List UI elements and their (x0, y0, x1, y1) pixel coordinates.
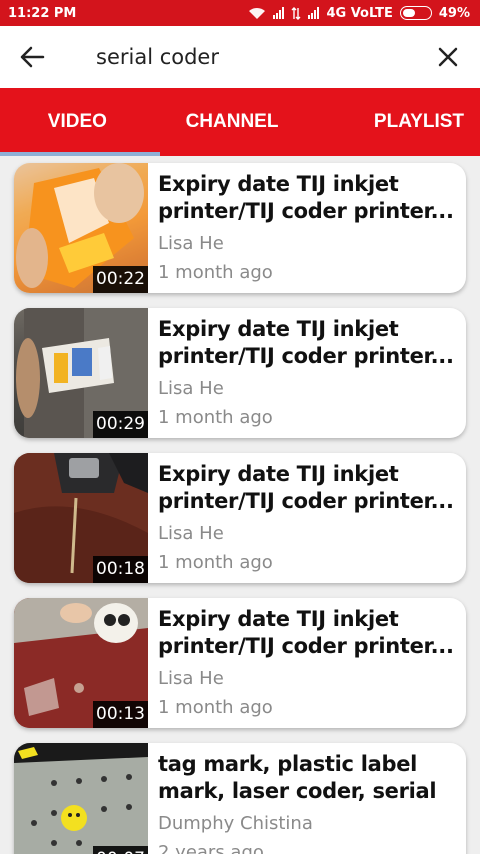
video-title[interactable]: Expiry date TIJ inkjet printer/TIJ coder… (158, 171, 458, 225)
search-header (0, 26, 480, 88)
video-title[interactable]: Expiry date TIJ inkjet printer/TIJ coder… (158, 316, 458, 370)
video-duration: 00:13 (93, 701, 148, 728)
tab-channel[interactable]: CHANNEL (155, 88, 310, 156)
status-icons: 4G VoLTE 49% (248, 6, 470, 21)
video-info: Expiry date TIJ inkjet printer/TIJ coder… (148, 308, 466, 438)
video-info: Expiry date TIJ inkjet printer/TIJ coder… (148, 163, 466, 293)
results-list[interactable]: 00:22 Expiry date TIJ inkjet printer/TIJ… (0, 156, 480, 854)
video-author: Lisa He (158, 668, 224, 689)
list-item[interactable]: 00:18 Expiry date TIJ inkjet printer/TIJ… (14, 453, 466, 583)
list-item[interactable]: 00:13 Expiry date TIJ inkjet printer/TIJ… (14, 598, 466, 728)
list-item[interactable]: 00:22 Expiry date TIJ inkjet printer/TIJ… (14, 163, 466, 293)
close-icon (438, 47, 458, 67)
video-age: 1 month ago (158, 407, 273, 428)
video-duration: 00:22 (93, 266, 148, 293)
video-info: Expiry date TIJ inkjet printer/TIJ coder… (148, 598, 466, 728)
battery-level: 49% (438, 5, 470, 21)
wifi-icon (249, 7, 266, 19)
tab-video[interactable]: VIDEO (0, 88, 155, 156)
signal-icon-2 (308, 7, 320, 19)
list-item[interactable]: 00:07 tag mark, plastic label mark, lase… (14, 743, 466, 854)
video-author: Lisa He (158, 378, 224, 399)
network-type: 4G VoLTE (326, 5, 393, 21)
video-age: 1 month ago (158, 262, 273, 283)
video-author: Lisa He (158, 233, 224, 254)
list-item[interactable]: 00:29 Expiry date TIJ inkjet printer/TIJ… (14, 308, 466, 438)
video-info: tag mark, plastic label mark, laser code… (148, 743, 466, 854)
arrow-left-icon (20, 46, 45, 68)
video-age: 1 month ago (158, 552, 273, 573)
video-age: 1 month ago (158, 697, 273, 718)
status-bar: 11:22 PM 4G VoLTE 49% (0, 0, 480, 26)
video-thumbnail[interactable]: 00:29 (14, 308, 148, 438)
video-info: Expiry date TIJ inkjet printer/TIJ coder… (148, 453, 466, 583)
battery-icon (399, 6, 432, 20)
video-title[interactable]: Expiry date TIJ inkjet printer/TIJ coder… (158, 606, 458, 660)
status-time: 11:22 PM (8, 5, 77, 21)
video-duration: 00:07 (93, 846, 148, 854)
signal-icon (273, 7, 285, 19)
video-age: 2 years ago (158, 842, 264, 854)
back-button[interactable] (0, 26, 64, 88)
tab-playlist[interactable]: PLAYLIST (309, 88, 480, 156)
video-title[interactable]: Expiry date TIJ inkjet printer/TIJ coder… (158, 461, 458, 515)
video-author: Lisa He (158, 523, 224, 544)
video-duration: 00:18 (93, 556, 148, 583)
tab-bar: VIDEO CHANNEL PLAYLIST (0, 88, 480, 156)
video-author: Dumphy Chistina (158, 813, 313, 834)
data-arrows-icon (291, 6, 301, 20)
video-thumbnail[interactable]: 00:22 (14, 163, 148, 293)
clear-search-button[interactable] (416, 26, 480, 88)
video-thumbnail[interactable]: 00:07 (14, 743, 148, 854)
video-thumbnail[interactable]: 00:18 (14, 453, 148, 583)
video-title[interactable]: tag mark, plastic label mark, laser code… (158, 751, 458, 805)
thumbnail-image (14, 743, 148, 854)
search-input[interactable] (64, 37, 416, 77)
video-thumbnail[interactable]: 00:13 (14, 598, 148, 728)
video-duration: 00:29 (93, 411, 148, 438)
